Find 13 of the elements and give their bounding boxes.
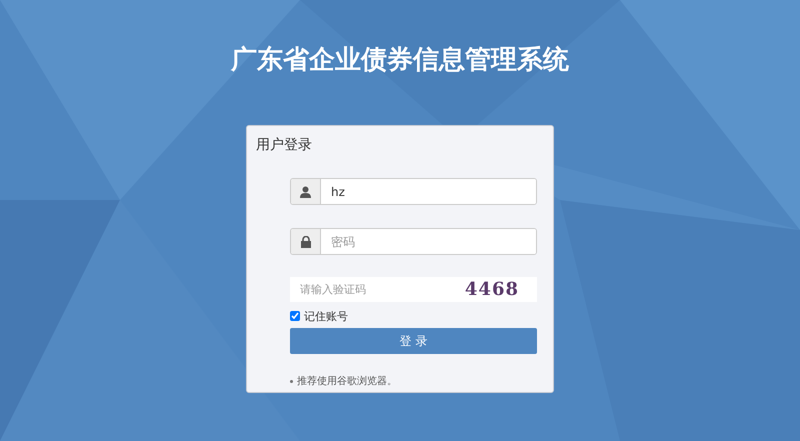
captcha-field[interactable]: 请输入验证码 (290, 277, 465, 302)
captcha-image[interactable]: 4468 (464, 277, 537, 302)
remember-label: 记住账号 (304, 308, 348, 324)
page-title: 广东省企业债券信息管理系统 (231, 44, 569, 77)
login-button[interactable]: 登 录 (290, 328, 537, 354)
browser-note: 推荐使用谷歌浏览器。 (297, 374, 397, 388)
password-field[interactable]: 密码 (290, 228, 537, 255)
username-field[interactable]: hz (290, 178, 537, 205)
card-heading: 用户登录 (255, 136, 313, 155)
user-icon (300, 186, 311, 198)
remember-checkbox[interactable] (290, 311, 300, 321)
lock-icon (300, 236, 310, 248)
bullet-icon (290, 380, 293, 382)
